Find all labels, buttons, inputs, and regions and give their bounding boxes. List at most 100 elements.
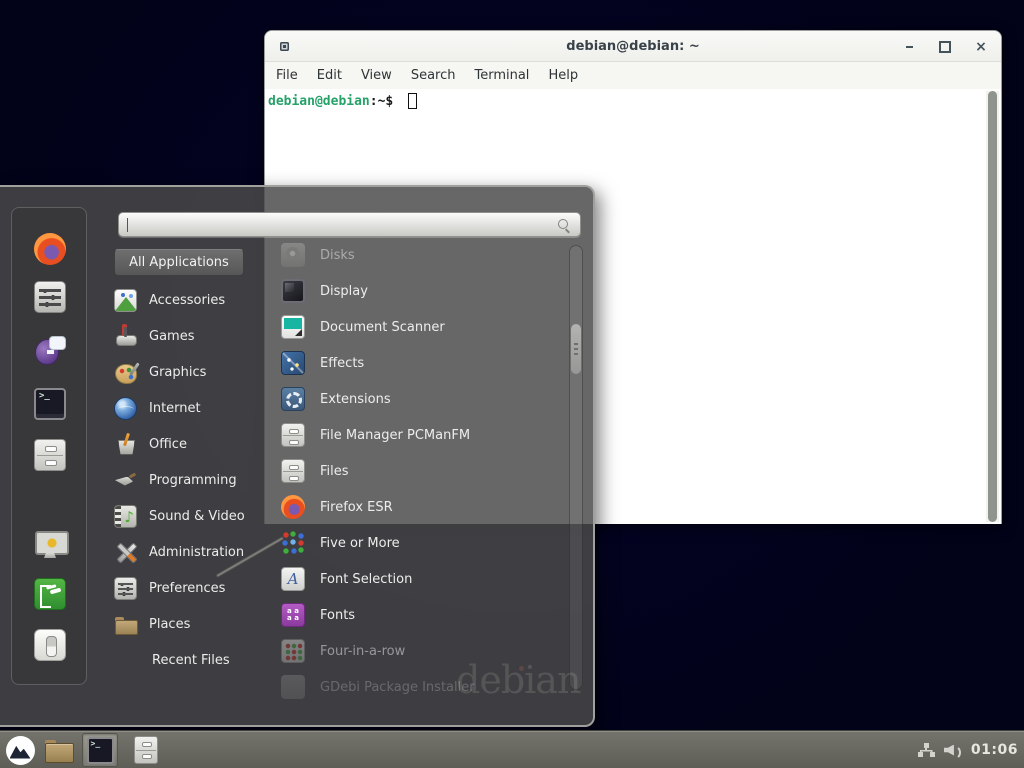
terminal-icon	[87, 737, 114, 764]
favorite-file-manager-button[interactable]	[33, 438, 67, 472]
shell-prompt-line: debian@debian:~$	[268, 93, 417, 109]
maximize-button[interactable]	[937, 39, 953, 55]
lock-screen-button[interactable]	[33, 527, 67, 561]
fonts-icon	[281, 603, 305, 627]
close-button[interactable]: ×	[973, 39, 989, 55]
system-tray: 01:06	[918, 731, 1018, 768]
terminal-icon	[34, 388, 66, 420]
prompt-user-host: debian@debian	[268, 94, 370, 109]
app-item-fonts[interactable]: Fonts	[281, 597, 569, 633]
app-item-document-scanner[interactable]: Document Scanner	[281, 309, 569, 345]
folder-icon	[45, 740, 72, 761]
app-item-disks[interactable]: Disks	[281, 237, 569, 273]
four-in-a-row-icon	[281, 639, 305, 663]
graphics-icon	[114, 361, 137, 384]
volume-icon[interactable]	[944, 743, 962, 758]
shut-down-icon	[34, 629, 66, 661]
gdebi-icon	[281, 675, 305, 699]
administration-icon	[114, 541, 137, 564]
office-icon	[114, 433, 137, 456]
category-office[interactable]: Office	[114, 426, 274, 462]
minimize-button[interactable]	[901, 39, 917, 55]
app-item-five-or-more[interactable]: Five or More	[281, 525, 569, 561]
menu-edit[interactable]: Edit	[317, 68, 342, 83]
category-internet[interactable]: Internet	[114, 390, 274, 426]
categories-column: All Applications Accessories Games Graph…	[114, 249, 274, 678]
category-places[interactable]: Places	[114, 606, 274, 642]
app-item-effects[interactable]: Effects	[281, 345, 569, 381]
settings-sliders-icon	[34, 281, 66, 313]
category-recent-files[interactable]: Recent Files	[114, 642, 274, 678]
menu-button[interactable]	[2, 733, 38, 767]
app-item-gdebi-package-installer[interactable]: GDebi Package Installer	[281, 669, 569, 705]
network-icon[interactable]	[918, 743, 935, 757]
text-caret	[127, 218, 128, 232]
lock-screen-icon	[34, 528, 66, 560]
all-applications-button[interactable]: All Applications	[114, 249, 244, 276]
app-item-files[interactable]: Files	[281, 453, 569, 489]
file-cabinet-icon	[281, 459, 305, 483]
log-out-button[interactable]	[33, 577, 67, 611]
terminal-titlebar[interactable]: debian@debian: ~ ×	[265, 31, 1001, 62]
pidgin-icon	[34, 334, 66, 366]
shut-down-button[interactable]	[33, 628, 67, 662]
taskbar-item-terminal[interactable]	[82, 733, 118, 767]
prompt-suffix: :~$	[370, 94, 393, 109]
document-scanner-icon	[281, 315, 305, 339]
favorites-sidebar	[11, 207, 87, 685]
search-icon	[557, 218, 571, 232]
app-item-extensions[interactable]: Extensions	[281, 381, 569, 417]
font-selection-icon	[281, 567, 305, 591]
app-item-four-in-a-row[interactable]: Four-in-a-row	[281, 633, 569, 669]
app-item-display[interactable]: Display	[281, 273, 569, 309]
application-menu: All Applications Accessories Games Graph…	[0, 185, 595, 727]
menu-icon	[6, 736, 35, 765]
log-out-icon	[34, 578, 66, 610]
terminal-scrollbar[interactable]	[986, 91, 999, 522]
disks-icon	[281, 243, 305, 267]
app-item-font-selection[interactable]: Font Selection	[281, 561, 569, 597]
preferences-icon	[114, 577, 137, 600]
clock[interactable]: 01:06	[971, 742, 1018, 758]
app-item-firefox-esr[interactable]: Firefox ESR	[281, 489, 569, 525]
five-or-more-icon	[281, 531, 305, 555]
menu-file[interactable]: File	[276, 68, 298, 83]
programming-icon	[114, 469, 137, 492]
taskbar: 01:06	[0, 730, 1024, 768]
menu-terminal[interactable]: Terminal	[474, 68, 529, 83]
category-graphics[interactable]: Graphics	[114, 354, 274, 390]
file-cabinet-icon	[281, 423, 305, 447]
search-box	[118, 212, 581, 237]
menu-view[interactable]: View	[361, 68, 392, 83]
taskbar-item-files[interactable]	[128, 733, 164, 767]
terminal-cursor	[408, 93, 417, 109]
terminal-menubar: File Edit View Search Terminal Help	[265, 62, 1001, 89]
category-programming[interactable]: Programming	[114, 462, 274, 498]
accessories-icon	[114, 289, 137, 312]
menu-help[interactable]: Help	[548, 68, 578, 83]
file-cabinet-icon	[134, 736, 158, 764]
sound-video-icon	[114, 505, 137, 528]
search-input[interactable]	[119, 213, 580, 236]
category-administration[interactable]: Administration	[114, 534, 274, 570]
taskbar-item-file-manager-pcmanfm[interactable]	[40, 733, 76, 767]
category-games[interactable]: Games	[114, 318, 274, 354]
favorite-terminal-button[interactable]	[33, 387, 67, 421]
all-applications-label: All Applications	[129, 255, 229, 270]
menu-scrollbar[interactable]	[569, 245, 583, 690]
display-icon	[281, 279, 305, 303]
effects-icon	[281, 351, 305, 375]
terminal-scrollbar-thumb[interactable]	[988, 91, 997, 522]
internet-icon	[114, 397, 137, 420]
category-sound-video[interactable]: Sound & Video	[114, 498, 274, 534]
category-preferences[interactable]: Preferences	[114, 570, 274, 606]
menu-search[interactable]: Search	[411, 68, 456, 83]
extensions-icon	[281, 387, 305, 411]
favorite-settings-button[interactable]	[33, 280, 67, 314]
favorite-firefox-button[interactable]	[33, 232, 67, 266]
app-item-file-manager-pcmanfm[interactable]: File Manager PCManFM	[281, 417, 569, 453]
favorite-pidgin-button[interactable]	[33, 333, 67, 367]
category-accessories[interactable]: Accessories	[114, 282, 274, 318]
menu-scrollbar-thumb[interactable]	[571, 324, 581, 374]
file-cabinet-icon	[34, 439, 66, 471]
